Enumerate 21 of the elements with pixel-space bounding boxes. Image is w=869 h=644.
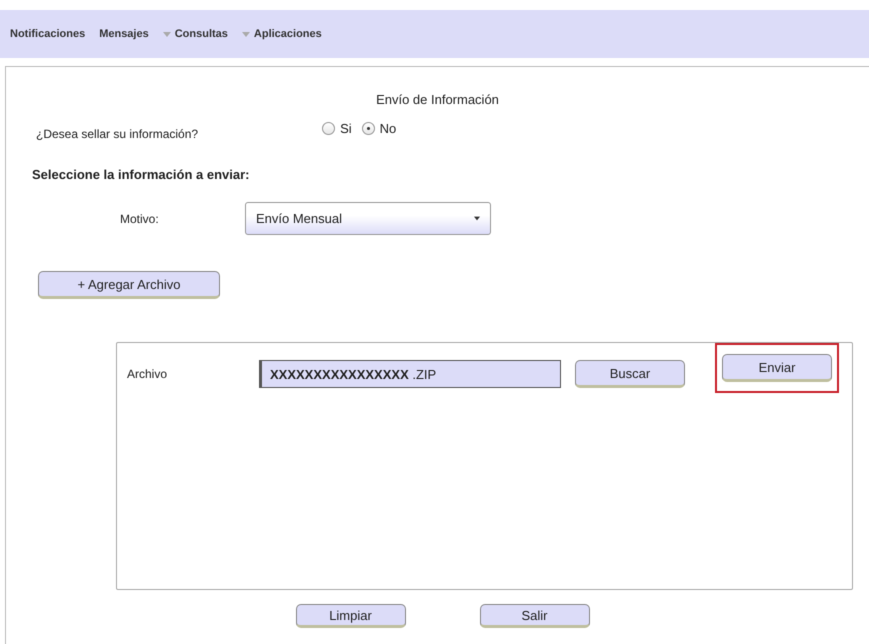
browse-button[interactable]: Buscar [575, 360, 685, 388]
form-title: Envío de Información [375, 92, 500, 107]
seal-question: ¿Desea sellar su información? [36, 127, 198, 141]
caret-icon [242, 32, 250, 36]
radio-option[interactable]: No [362, 120, 396, 136]
menu-item[interactable]: Mensajes [99, 28, 149, 40]
caret-icon [162, 32, 171, 36]
add-file-button[interactable]: + Agregar Archivo [38, 271, 220, 299]
section-heading: Seleccione la información a enviar: [32, 167, 250, 182]
menu-item[interactable]: Consultas [162, 28, 228, 40]
file-label: Archivo [127, 367, 168, 381]
menu-item[interactable]: Aplicaciones [242, 28, 322, 40]
footer-button[interactable]: Salir [480, 604, 590, 628]
reason-select[interactable]: Envío Mensual [245, 202, 491, 235]
file-field[interactable]: XXXXXXXXXXXXXXXX .ZIP [259, 360, 561, 388]
footer-button[interactable]: Limpiar [296, 604, 406, 628]
menu-item[interactable]: Notificaciones [10, 28, 86, 40]
reason-label: Motivo: [120, 212, 160, 226]
radio-option[interactable]: Si [322, 120, 352, 136]
caret-icon [474, 216, 480, 221]
send-button[interactable]: Enviar [722, 354, 832, 382]
